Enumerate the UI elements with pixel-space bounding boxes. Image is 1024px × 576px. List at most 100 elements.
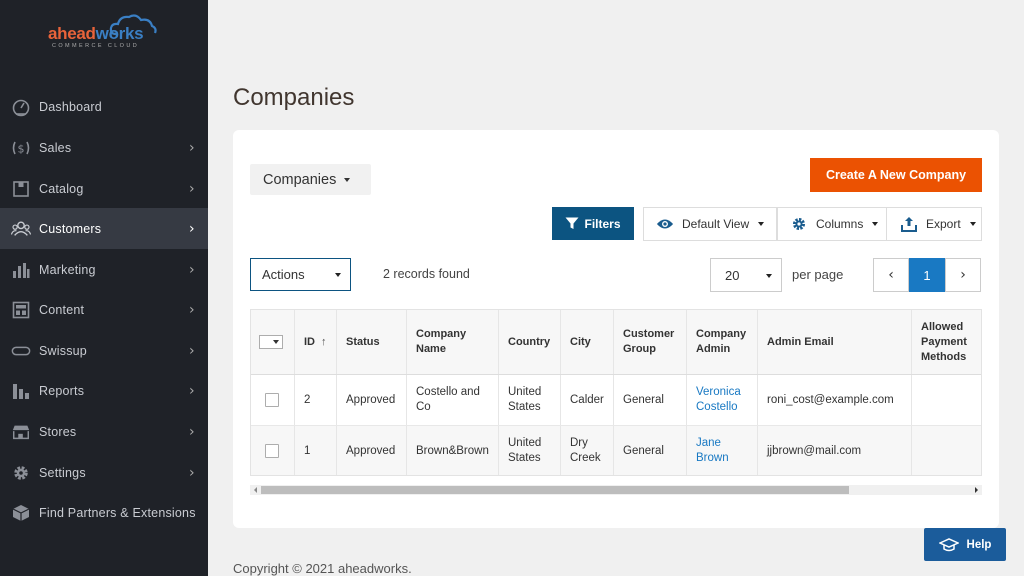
columns-dropdown[interactable]: Columns [777, 207, 887, 241]
default-view-label: Default View [682, 217, 750, 231]
current-page-input[interactable]: 1 [909, 258, 945, 292]
column-header-payment-methods[interactable]: Allowed Payment Methods [911, 310, 981, 374]
logo-tagline: COMMERCE CLOUD [52, 43, 140, 49]
column-header-company-name[interactable]: Company Name [406, 310, 498, 374]
column-header-country[interactable]: Country [498, 310, 560, 374]
aheadworks-logo[interactable]: aheadworks COMMERCE CLOUD [48, 12, 160, 52]
sidebar-item-label: Content [39, 302, 85, 317]
filters-button[interactable]: Filters [552, 207, 634, 240]
chevron-right-icon: › [189, 301, 195, 318]
chevron-left-icon: ‹ [888, 267, 894, 283]
cell-id: 1 [294, 426, 336, 475]
gear-icon [10, 462, 32, 484]
users-icon [10, 218, 32, 240]
cell-company-name: Costello and Co [406, 375, 498, 425]
horizontal-scrollbar[interactable] [250, 485, 982, 495]
sidebar-item-dashboard[interactable]: Dashboard [0, 86, 208, 127]
mass-select-checkbox[interactable] [259, 335, 283, 349]
sidebar-item-content[interactable]: Content › [0, 289, 208, 330]
chevron-right-icon: › [189, 180, 195, 197]
chevron-right-icon: › [189, 382, 195, 399]
help-button[interactable]: Help [924, 528, 1006, 561]
columns-label: Columns [816, 217, 864, 231]
row-select-cell [251, 375, 294, 425]
cell-customer-group: General [613, 426, 686, 475]
sidebar-item-sales[interactable]: $ Sales › [0, 127, 208, 168]
extensions-icon [10, 502, 32, 524]
cell-country: United States [498, 426, 560, 475]
mass-actions-dropdown[interactable]: Actions [250, 258, 351, 291]
sidebar-item-partners[interactable]: Find Partners & Extensions [0, 492, 208, 533]
chevron-right-icon: › [189, 139, 195, 156]
chevron-right-icon: › [189, 464, 195, 481]
column-header-status[interactable]: Status [336, 310, 406, 374]
row-checkbox[interactable] [265, 393, 279, 407]
scroll-right-icon[interactable] [975, 487, 978, 493]
cell-payment-methods [911, 426, 981, 475]
column-header-company-admin[interactable]: Company Admin [686, 310, 757, 374]
sidebar-item-label: Stores [39, 424, 77, 439]
svg-text:$: $ [18, 142, 25, 155]
column-header-customer-group[interactable]: Customer Group [613, 310, 686, 374]
sort-ascending-icon: ↑ [321, 335, 327, 348]
cell-city: Calder [560, 375, 613, 425]
sidebar-item-label: Customers [39, 221, 102, 236]
per-page-value: 20 [725, 267, 740, 283]
upload-icon [901, 217, 917, 232]
sidebar-item-label: Reports [39, 383, 85, 398]
sidebar-item-label: Sales [39, 140, 72, 155]
per-page-select[interactable]: 20 [710, 258, 782, 292]
create-company-button[interactable]: Create A New Company [810, 158, 982, 192]
page-title: Companies [233, 84, 355, 111]
table-row[interactable]: 1 Approved Brown&Brown United States Dry… [251, 426, 981, 475]
scroll-left-icon[interactable] [254, 487, 257, 493]
cell-company-admin[interactable]: Veronica Costello [686, 375, 757, 425]
cell-payment-methods [911, 375, 981, 425]
table-row[interactable]: 2 Approved Costello and Co United States… [251, 375, 981, 426]
cell-admin-email: roni_cost@example.com [757, 375, 911, 425]
company-switcher-dropdown[interactable]: Companies [250, 164, 371, 195]
sidebar-item-label: Catalog [39, 181, 84, 196]
export-dropdown[interactable]: Export [886, 207, 982, 241]
sidebar-item-swissup[interactable]: Swissup › [0, 330, 208, 371]
sidebar-item-label: Dashboard [39, 99, 102, 114]
graduation-cap-icon [938, 537, 959, 551]
gear-icon [792, 217, 806, 231]
column-header-city[interactable]: City [560, 310, 613, 374]
companies-grid: ID ↑ Status Company Name Country City Cus… [250, 309, 982, 476]
row-select-cell [251, 426, 294, 475]
caret-down-icon [344, 177, 351, 182]
default-view-dropdown[interactable]: Default View [643, 207, 777, 241]
cell-city: Dry Creek [560, 426, 613, 475]
logo-wordmark: aheadworks [48, 24, 144, 43]
mass-actions-label: Actions [262, 267, 305, 282]
column-header-id[interactable]: ID ↑ [294, 310, 336, 374]
caret-down-icon [273, 340, 279, 344]
scrollbar-thumb[interactable] [261, 486, 849, 494]
cell-status: Approved [336, 375, 406, 425]
dashboard-icon [10, 96, 32, 118]
previous-page-button[interactable]: ‹ [873, 258, 909, 292]
layout-icon [10, 299, 32, 321]
sidebar-item-stores[interactable]: Stores › [0, 411, 208, 452]
chevron-right-icon: › [189, 261, 195, 278]
sidebar-item-customers[interactable]: Customers › [0, 208, 208, 249]
sidebar-item-label: Swissup [39, 343, 87, 358]
row-checkbox[interactable] [265, 444, 279, 458]
caret-down-icon [335, 273, 341, 277]
sidebar-item-settings[interactable]: Settings › [0, 452, 208, 493]
column-header-admin-email[interactable]: Admin Email [757, 310, 911, 374]
sidebar-item-reports[interactable]: Reports › [0, 370, 208, 411]
cell-customer-group: General [613, 375, 686, 425]
sidebar-item-marketing[interactable]: Marketing › [0, 249, 208, 290]
bar-chart-icon [10, 259, 32, 281]
company-admin-link[interactable]: Jane Brown [687, 436, 757, 466]
dollar-icon: $ [10, 137, 32, 159]
cell-company-admin[interactable]: Jane Brown [686, 426, 757, 475]
company-admin-link[interactable]: Veronica Costello [687, 385, 757, 415]
funnel-icon [565, 217, 579, 229]
next-page-button[interactable]: › [945, 258, 981, 292]
sidebar-item-catalog[interactable]: Catalog › [0, 168, 208, 209]
caret-down-icon [766, 274, 772, 278]
export-label: Export [926, 217, 961, 231]
